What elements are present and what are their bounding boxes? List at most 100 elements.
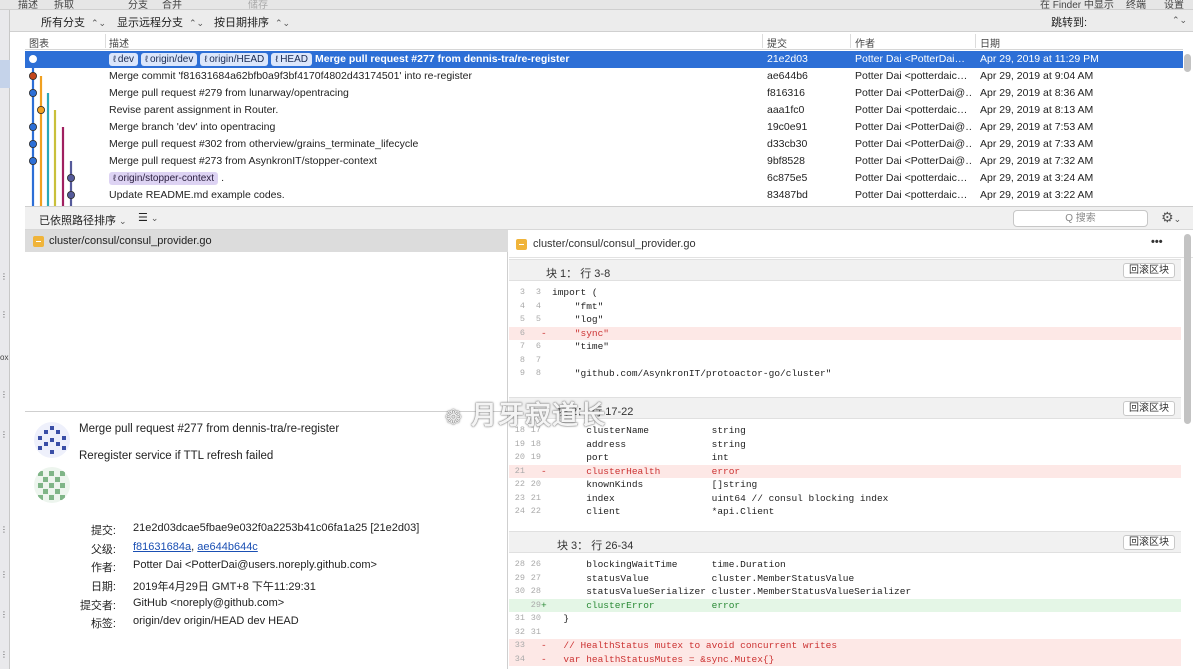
deleted-line: 33 - // HealthStatus mutex to avoid concu… bbox=[509, 639, 1181, 653]
parent-link[interactable]: f81631684a bbox=[133, 541, 191, 553]
filter-bar: 所有分支 ⌃⌄ 显示远程分支 ⌃⌄ 按日期排序 ⌃⌄ 跳转到: ⌃⌄ bbox=[10, 10, 1193, 32]
sidebar-selection[interactable] bbox=[0, 60, 10, 88]
commit-list-scrollbar[interactable] bbox=[1184, 54, 1191, 72]
commit-row[interactable]: Merge pull request #279 from lunarway/op… bbox=[25, 85, 1183, 102]
commit-message: Merge branch 'dev' into opentracing bbox=[109, 121, 749, 133]
sort-by-path-dropdown[interactable]: 已依照路径排序 ⌄ bbox=[39, 212, 127, 228]
show-remote-label: 显示远程分支 bbox=[117, 17, 183, 29]
commit-row[interactable]: Merge pull request #273 from AsynkronIT/… bbox=[25, 153, 1183, 170]
author-value: Potter Dai <PotterDai@users.noreply.gith… bbox=[133, 559, 377, 571]
column-header-date[interactable]: 日期 bbox=[980, 35, 1000, 50]
revert-hunk-button[interactable]: 回滚区块 bbox=[1123, 263, 1175, 278]
hunk-header: 块 3： 行 26-34 回滚区块 bbox=[509, 531, 1181, 553]
old-line-number: 4 bbox=[519, 300, 525, 311]
commit-row[interactable]: Merge branch 'dev' into opentracing 19c0e… bbox=[25, 119, 1183, 136]
sidebar-dots: ⋮ bbox=[0, 570, 8, 579]
column-header-graph[interactable]: 图表 bbox=[29, 35, 49, 50]
commit-date: Apr 29, 2019 at 7:33 AM bbox=[980, 138, 1094, 150]
column-header-commit[interactable]: 提交 bbox=[767, 35, 787, 50]
commit-date: Apr 29, 2019 at 8:36 AM bbox=[980, 87, 1094, 99]
commit-row[interactable]: Merge commit 'f81631684a62bfb0a9f3bf4170… bbox=[25, 68, 1183, 85]
column-header-author[interactable]: 作者 bbox=[855, 35, 875, 50]
toolbar-item[interactable]: 分支 bbox=[128, 0, 148, 9]
commit-author: Potter Dai <potterdaic… bbox=[855, 172, 968, 184]
new-line-number: 21 bbox=[530, 492, 541, 503]
tags-value: origin/dev origin/HEAD dev HEAD bbox=[133, 615, 299, 627]
search-input[interactable]: Q 搜索 bbox=[1013, 210, 1148, 227]
commit-date: Apr 29, 2019 at 8:13 AM bbox=[980, 104, 1094, 116]
commit-hash: 21e2d03 bbox=[767, 53, 808, 65]
toolbar-item[interactable]: 描述 bbox=[18, 0, 38, 9]
graph-commit-dot-2 bbox=[29, 89, 37, 98]
list-view-dropdown[interactable]: ☰ ⌄ bbox=[138, 211, 158, 224]
toolbar-item[interactable]: 拆取 bbox=[54, 0, 74, 9]
old-line-number: 30 bbox=[514, 586, 525, 596]
new-line-number: 8 bbox=[535, 368, 541, 378]
diff-scrollbar[interactable] bbox=[1184, 234, 1191, 424]
toolbar-item[interactable]: 在 Finder 中显示 bbox=[1040, 0, 1114, 9]
code-text: "github.com/AsynkronIT/protoactor-go/clu… bbox=[552, 368, 832, 379]
tags-label: 标签: bbox=[90, 618, 116, 630]
commit-date: Apr 29, 2019 at 3:22 AM bbox=[980, 189, 1094, 201]
branch-tag[interactable]: ℓ dev bbox=[109, 53, 139, 66]
commit-row[interactable]: Revise parent assignment in Router. aaa1f… bbox=[25, 102, 1183, 119]
commit-row[interactable]: Merge pull request #302 from otherview/g… bbox=[25, 136, 1183, 153]
new-line-number: 3 bbox=[535, 287, 541, 297]
old-line-number: 3 bbox=[519, 287, 525, 297]
new-line-number: 5 bbox=[535, 314, 541, 324]
diff-marker: + bbox=[541, 599, 547, 611]
show-remote-dropdown[interactable]: 显示远程分支 ⌃⌄ bbox=[117, 14, 204, 30]
commit-message: Merge pull request #273 from AsynkronIT/… bbox=[109, 155, 749, 167]
branch-tag[interactable]: ℓ origin/HEAD bbox=[200, 53, 269, 66]
context-line: 29 27 statusValue cluster.MemberStatusVal… bbox=[509, 572, 1181, 586]
new-line-number: 30 bbox=[530, 613, 541, 623]
toolbar-item[interactable]: 终端 bbox=[1126, 0, 1146, 9]
commit-hash: 19c0e91 bbox=[767, 121, 808, 133]
commit-row[interactable]: Update README.md example codes. 83487bd Po… bbox=[25, 187, 1183, 204]
commit-author: Potter Dai <potterdaic… bbox=[855, 189, 968, 201]
commit-row[interactable]: ℓ origin/stopper-context. 6c875e5 Potter Da… bbox=[25, 170, 1183, 187]
committer-label: 提交者: bbox=[79, 600, 116, 612]
graph-commit-dot-8 bbox=[67, 190, 76, 199]
branch-tag[interactable]: ℓ HEAD bbox=[271, 53, 312, 66]
jump-to-chevron-icon[interactable]: ⌃⌄ bbox=[1172, 14, 1187, 26]
code-text: } bbox=[552, 613, 570, 624]
sidebar-dots: ⋮ bbox=[0, 272, 8, 281]
commit-message: Revise parent assignment in Router. bbox=[109, 104, 749, 116]
column-header-description[interactable]: 描述 bbox=[109, 35, 129, 50]
commit-message-text: Merge pull request #273 from AsynkronIT/… bbox=[109, 155, 377, 167]
more-options-icon[interactable]: ••• bbox=[1151, 236, 1163, 248]
toolbar-item[interactable]: 设置 bbox=[1164, 0, 1184, 9]
sort-by-date-dropdown[interactable]: 按日期排序 ⌃⌄ bbox=[214, 14, 290, 30]
parents-value: f81631684a, ae644b644c bbox=[133, 541, 258, 553]
branch-tag[interactable]: ℓ origin/dev bbox=[141, 53, 198, 66]
parent-link[interactable]: ae644b644c bbox=[197, 541, 258, 553]
updown-chevron-icon: ⌃⌄ bbox=[189, 18, 205, 28]
graph-commit-dot-7 bbox=[67, 174, 76, 183]
sidebar-label-fragment[interactable]: ox bbox=[0, 353, 8, 362]
commit-message-text: Merge pull request #277 from dennis-tra/… bbox=[315, 53, 570, 65]
new-line-number: 4 bbox=[535, 300, 541, 311]
commit-message-text: Merge pull request #302 from otherview/g… bbox=[109, 138, 419, 150]
gear-icon[interactable]: ⚙⌄ bbox=[1161, 209, 1181, 226]
toolbar-item[interactable]: 储存 bbox=[248, 0, 268, 9]
branch-icon: ℓ bbox=[145, 54, 148, 64]
code-text: port int bbox=[552, 452, 729, 463]
commit-hash: 83487bd bbox=[767, 189, 808, 201]
commit-message-text: Merge pull request #279 from lunarway/op… bbox=[109, 87, 349, 99]
context-line: 30 28 statusValueSerializer cluster.Membe… bbox=[509, 585, 1181, 599]
commit-row[interactable]: ℓ dev ℓ origin/dev ℓ origin/HEAD ℓ HEAD Merge pu… bbox=[25, 51, 1183, 68]
commit-author: Potter Dai <PotterDai@… bbox=[855, 121, 972, 133]
new-line-number: 19 bbox=[530, 452, 541, 462]
jump-to-label[interactable]: 跳转到: bbox=[1051, 14, 1087, 30]
revert-hunk-button[interactable]: 回滚区块 bbox=[1123, 535, 1175, 550]
all-branches-dropdown[interactable]: 所有分支 ⌃⌄ bbox=[41, 14, 106, 30]
branch-tag[interactable]: ℓ origin/stopper-context bbox=[109, 172, 219, 185]
commit-hash-value: 21e2d03dcae5fbae9e032f0a2253b41c06fa1a25… bbox=[133, 522, 420, 534]
revert-hunk-button[interactable]: 回滚区块 bbox=[1123, 401, 1175, 416]
graph-commit-dot-0 bbox=[29, 55, 37, 63]
context-line: 44 "fmt" bbox=[509, 300, 1181, 314]
hunk-title: 块 1： 行 3-8 bbox=[546, 268, 611, 280]
toolbar-item[interactable]: 合并 bbox=[162, 0, 182, 9]
file-row[interactable]: cluster/consul/consul_provider.go bbox=[25, 230, 508, 252]
